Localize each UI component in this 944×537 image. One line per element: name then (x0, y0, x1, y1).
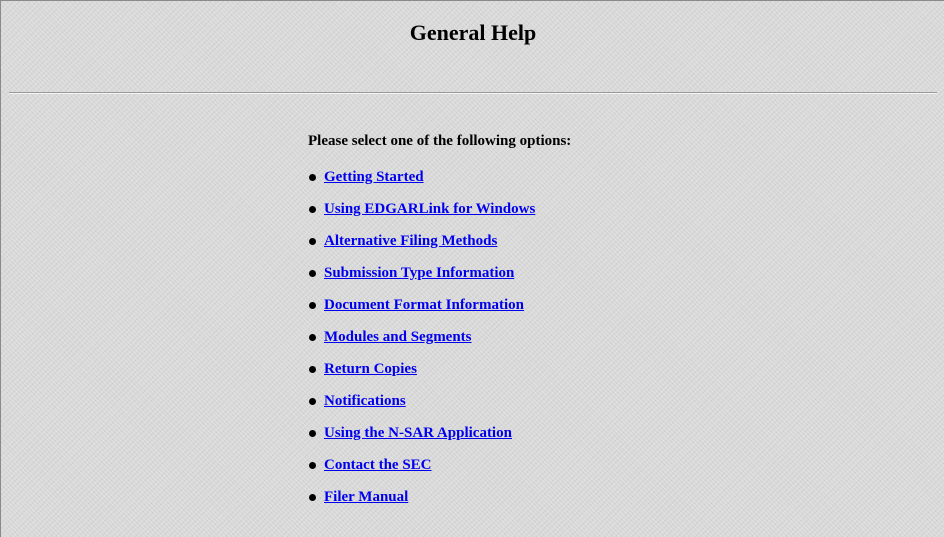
list-item: Return Copies (308, 353, 571, 385)
bullet-icon (309, 269, 316, 277)
list-item: Modules and Segments (308, 321, 571, 353)
options-list: Getting Started Using EDGARLink for Wind… (308, 161, 571, 513)
using-edgarlink-link[interactable]: Using EDGARLink for Windows (324, 201, 535, 218)
list-item: Getting Started (308, 161, 571, 193)
page-title: General Help (409, 20, 537, 45)
contact-the-sec-link[interactable]: Contact the SEC (324, 457, 432, 474)
bullet-icon (309, 397, 316, 405)
getting-started-link[interactable]: Getting Started (324, 169, 424, 186)
list-item: Using the N-SAR Application (308, 417, 571, 449)
list-item: Using EDGARLink for Windows (308, 193, 571, 225)
help-options-section: Please select one of the following optio… (308, 131, 571, 513)
bullet-icon (309, 365, 316, 373)
options-prompt: Please select one of the following optio… (308, 133, 572, 149)
bullet-icon (309, 333, 316, 341)
alternative-filing-methods-link[interactable]: Alternative Filing Methods (324, 233, 497, 250)
modules-and-segments-link[interactable]: Modules and Segments (324, 329, 472, 346)
bullet-icon (309, 173, 316, 181)
bullet-icon (309, 205, 316, 213)
document-format-information-link[interactable]: Document Format Information (324, 297, 524, 314)
bullet-icon (309, 461, 316, 469)
bullet-icon (309, 429, 316, 437)
notifications-link[interactable]: Notifications (324, 393, 406, 410)
bullet-icon (309, 493, 316, 501)
using-nsar-application-link[interactable]: Using the N-SAR Application (324, 425, 512, 442)
list-item: Notifications (308, 385, 571, 417)
list-item: Document Format Information (308, 289, 571, 321)
list-item: Contact the SEC (308, 449, 571, 481)
horizontal-divider (9, 92, 937, 94)
filer-manual-link[interactable]: Filer Manual (324, 489, 408, 506)
list-item: Filer Manual (308, 481, 571, 513)
submission-type-information-link[interactable]: Submission Type Information (324, 265, 514, 282)
bullet-icon (309, 301, 316, 309)
bullet-icon (309, 237, 316, 245)
list-item: Alternative Filing Methods (308, 225, 571, 257)
return-copies-link[interactable]: Return Copies (324, 361, 417, 378)
list-item: Submission Type Information (308, 257, 571, 289)
